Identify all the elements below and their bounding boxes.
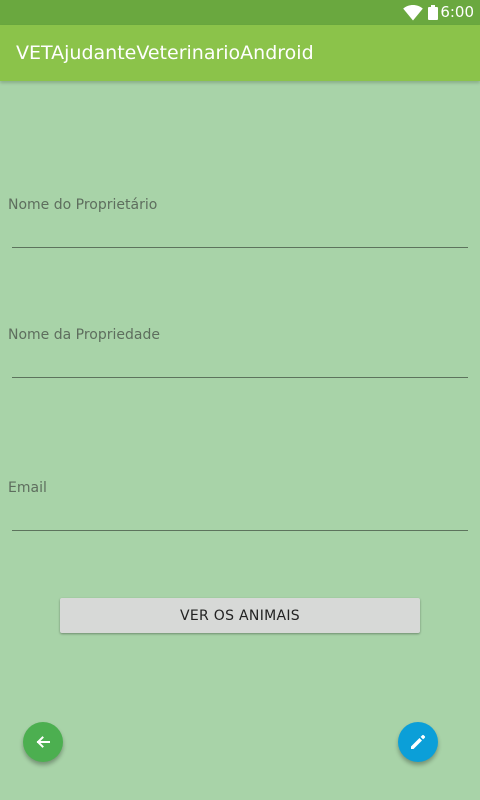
email-input[interactable] — [12, 503, 468, 531]
view-animals-button[interactable]: VER OS ANIMAIS — [60, 598, 420, 633]
pencil-icon — [411, 734, 426, 749]
status-time: 6:00 — [440, 3, 474, 21]
screen: 6:00 VETAjudanteVeterinarioAndroid Nome … — [0, 0, 480, 800]
owner-name-label: Nome do Proprietário — [8, 197, 158, 213]
wifi-icon — [403, 5, 423, 21]
back-button[interactable] — [23, 722, 63, 762]
battery-icon — [428, 5, 438, 20]
arrow-left-icon — [36, 736, 50, 748]
edit-button[interactable] — [398, 722, 438, 762]
property-name-input[interactable] — [12, 350, 468, 378]
app-bar: VETAjudanteVeterinarioAndroid — [0, 25, 480, 81]
status-bar: 6:00 — [0, 0, 480, 25]
app-title: VETAjudanteVeterinarioAndroid — [16, 42, 314, 64]
property-name-label: Nome da Propriedade — [8, 327, 160, 343]
email-label: Email — [8, 480, 47, 496]
owner-name-input[interactable] — [12, 220, 468, 248]
